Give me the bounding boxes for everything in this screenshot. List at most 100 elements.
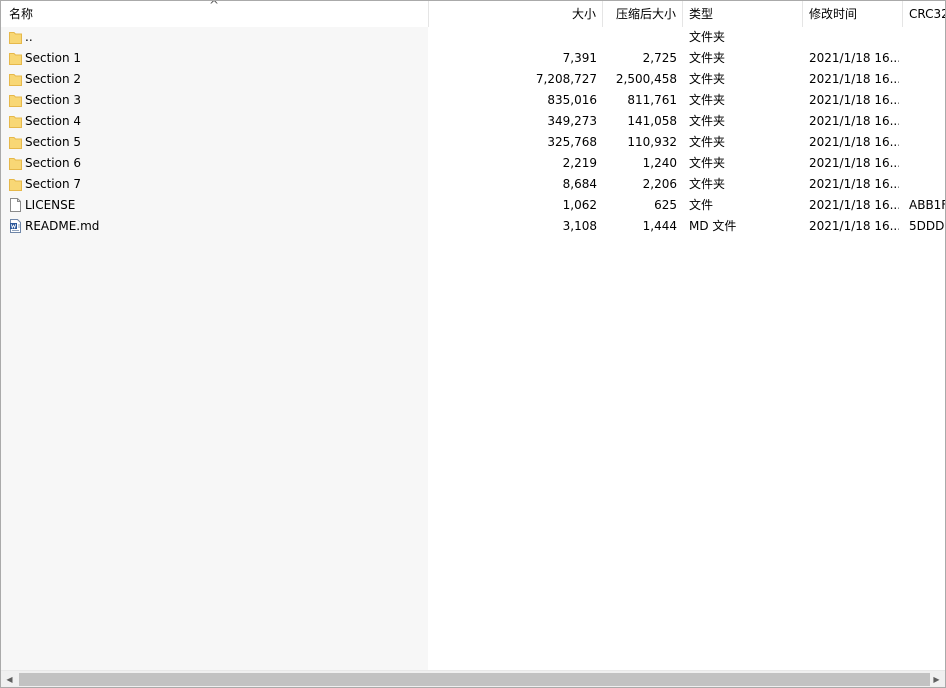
modified-time: 2021/1/18 16... (809, 72, 899, 86)
file-size (471, 27, 597, 48)
compressed-size: 625 (654, 198, 677, 212)
modified-time: 2021/1/18 16... (809, 51, 899, 65)
column-header-crc32[interactable]: CRC32 (903, 1, 946, 27)
column-header-size[interactable]: 大小 (429, 1, 603, 27)
compressed-size: 2,725 (642, 51, 677, 65)
file-name: Section 3 (25, 93, 82, 107)
folder-icon (9, 156, 22, 170)
file-type: 文件夹 (689, 93, 726, 107)
list-item[interactable]: Section 1 7,391 2,725 文件夹 2021/1/18 16... (1, 48, 945, 69)
crc32-value (909, 153, 945, 174)
file-name: Section 1 (25, 51, 82, 65)
modified-time: 2021/1/18 16... (809, 156, 899, 170)
folder-icon (9, 30, 22, 44)
column-header-compressed-size[interactable]: 压缩后大小 (603, 1, 683, 27)
compressed-size: 141,058 (627, 114, 677, 128)
column-header-bar: 名称 ^ 大小 压缩后大小 类型 修改时间 CRC32 (1, 1, 945, 27)
compressed-size: 2,500,458 (615, 72, 677, 86)
file-type: 文件夹 (689, 72, 726, 86)
crc32-value (909, 132, 945, 153)
crc32-value (909, 111, 945, 132)
compressed-size: 2,206 (642, 177, 677, 191)
column-header-name-label: 名称 (9, 7, 34, 21)
file-name: Section 2 (25, 72, 82, 86)
compressed-size: 110,932 (627, 135, 677, 149)
column-header-compressed-size-label: 压缩后大小 (615, 7, 676, 21)
list-item[interactable]: README.md 3,108 1,444 MD 文件 2021/1/18 16... 5… (1, 216, 945, 237)
list-item[interactable]: Section 2 7,208,727 2,500,458 文件夹 2021/1/18 … (1, 69, 945, 90)
list-item[interactable]: Section 4 349,273 141,058 文件夹 2021/1/18 16..… (1, 111, 945, 132)
archive-file-list-window: 名称 ^ 大小 压缩后大小 类型 修改时间 CRC32 .. 文件夹 Section… (0, 0, 946, 688)
modified-time: 2021/1/18 16... (809, 135, 899, 149)
file-list: .. 文件夹 Section 1 7,391 2,725 文件夹 2021/1/18 16.… (1, 27, 945, 237)
compressed-size: 1,240 (642, 156, 677, 170)
modified-time: 2021/1/18 16... (809, 219, 899, 233)
folder-icon (9, 51, 22, 65)
list-item[interactable]: LICENSE 1,062 625 文件 2021/1/18 16... ABB1F (1, 195, 945, 216)
file-icon (9, 198, 22, 212)
compressed-size: 811,761 (627, 93, 677, 107)
file-size: 1,062 (562, 198, 597, 212)
horizontal-scrollbar[interactable]: ◀ ▶ (1, 670, 945, 687)
column-header-size-label: 大小 (571, 7, 596, 21)
folder-icon (9, 135, 22, 149)
folder-icon (9, 93, 22, 107)
file-type: 文件 (689, 198, 714, 212)
file-name: Section 6 (25, 156, 82, 170)
column-header-type-label: 类型 (689, 7, 714, 21)
file-type: 文件夹 (689, 135, 726, 149)
crc32-value: 5DDD7 (909, 219, 945, 233)
scrollbar-thumb[interactable] (19, 673, 930, 686)
modified-time: 2021/1/18 16... (809, 114, 899, 128)
modified-time: 2021/1/18 16... (809, 93, 899, 107)
file-name: LICENSE (25, 198, 76, 212)
file-name: Section 4 (25, 114, 82, 128)
list-item[interactable]: Section 6 2,219 1,240 文件夹 2021/1/18 16... (1, 153, 945, 174)
column-header-type[interactable]: 类型 (683, 1, 803, 27)
word-document-icon (9, 219, 22, 233)
file-type: 文件夹 (689, 156, 726, 170)
crc32-value (909, 48, 945, 69)
crc32-value (909, 69, 945, 90)
file-size: 7,391 (562, 51, 597, 65)
file-type: 文件夹 (689, 30, 726, 44)
file-type: MD 文件 (689, 219, 737, 233)
column-header-crc32-label: CRC32 (909, 7, 946, 21)
file-size: 835,016 (547, 93, 597, 107)
list-item[interactable]: Section 3 835,016 811,761 文件夹 2021/1/18 16..… (1, 90, 945, 111)
file-name: Section 5 (25, 135, 82, 149)
file-type: 文件夹 (689, 114, 726, 128)
column-header-modified-label: 修改时间 (809, 7, 858, 21)
file-size: 2,219 (562, 156, 597, 170)
column-header-modified[interactable]: 修改时间 (803, 1, 903, 27)
modified-time (809, 27, 899, 48)
crc32-value (909, 27, 945, 48)
compressed-size: 1,444 (642, 219, 677, 233)
file-name: .. (25, 30, 33, 44)
scroll-right-arrow-icon[interactable]: ▶ (928, 671, 945, 687)
file-name: Section 7 (25, 177, 82, 191)
compressed-size (603, 27, 677, 48)
file-size: 3,108 (562, 219, 597, 233)
modified-time: 2021/1/18 16... (809, 177, 899, 191)
crc32-value (909, 90, 945, 111)
scroll-left-arrow-icon[interactable]: ◀ (1, 671, 18, 687)
sort-ascending-icon: ^ (209, 1, 220, 12)
modified-time: 2021/1/18 16... (809, 198, 899, 212)
crc32-value: ABB1F (909, 198, 946, 212)
file-type: 文件夹 (689, 51, 726, 65)
file-size: 7,208,727 (535, 72, 597, 86)
file-size: 8,684 (562, 177, 597, 191)
folder-icon (9, 72, 22, 86)
list-item[interactable]: Section 5 325,768 110,932 文件夹 2021/1/18 16..… (1, 132, 945, 153)
file-size: 349,273 (547, 114, 597, 128)
file-type: 文件夹 (689, 177, 726, 191)
list-item[interactable]: Section 7 8,684 2,206 文件夹 2021/1/18 16... (1, 174, 945, 195)
list-item[interactable]: .. 文件夹 (1, 27, 945, 48)
crc32-value (909, 174, 945, 195)
column-header-name[interactable]: 名称 ^ (1, 1, 429, 27)
file-size: 325,768 (547, 135, 597, 149)
folder-icon (9, 114, 22, 128)
file-name: README.md (25, 219, 100, 233)
folder-icon (9, 177, 22, 191)
